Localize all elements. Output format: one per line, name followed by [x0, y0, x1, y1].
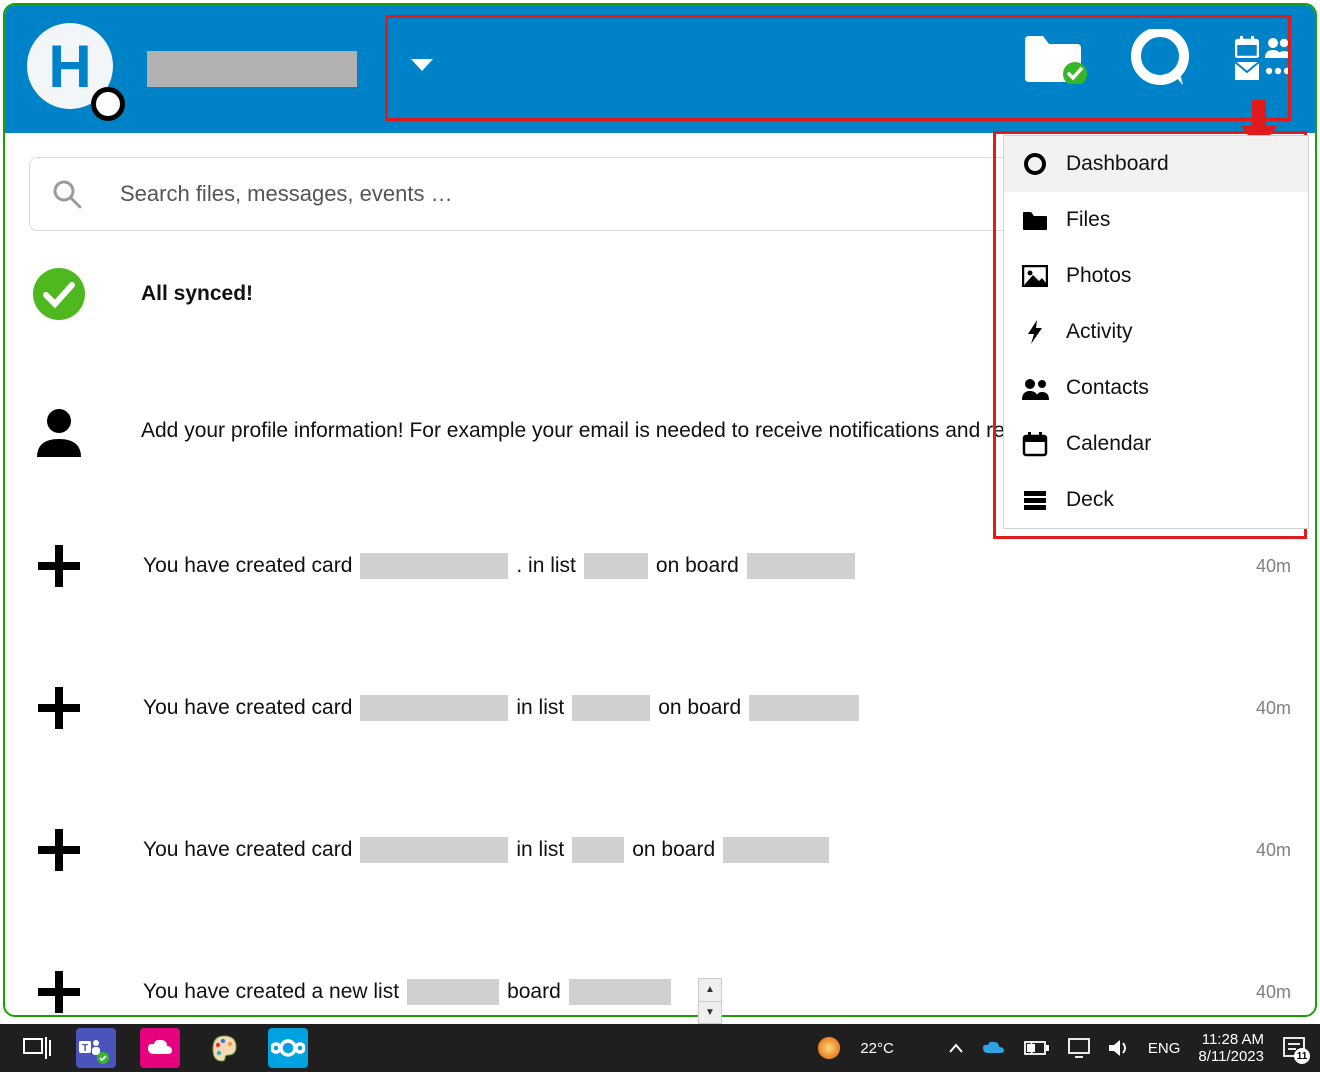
- dropdown-item-label: Photos: [1066, 264, 1131, 288]
- contacts-icon: [1018, 376, 1052, 400]
- weather-temp[interactable]: 22°C: [860, 1040, 894, 1057]
- redacted: [749, 695, 859, 721]
- activity-time: 40m: [1256, 982, 1291, 1003]
- activity-list: You have created card. in liston board 40…: [29, 543, 1291, 1015]
- image-icon: [1018, 265, 1052, 287]
- display-tray-icon[interactable]: [1068, 1038, 1090, 1058]
- redacted: [723, 837, 829, 863]
- plus-icon: [29, 543, 89, 589]
- contacts-mini-icon[interactable]: [1265, 36, 1291, 58]
- bolt-icon: [1018, 319, 1052, 345]
- avatar-status-ring: [91, 87, 125, 121]
- dropdown-item-photos[interactable]: Photos: [1004, 248, 1308, 304]
- dropdown-item-deck[interactable]: Deck: [1004, 472, 1308, 528]
- circle-outline-icon: [1018, 151, 1052, 177]
- talk-icon[interactable]: [1131, 29, 1189, 87]
- weather-icon[interactable]: [816, 1035, 842, 1061]
- folder-solid-icon: [1018, 209, 1052, 231]
- activity-row[interactable]: You have created a new listboard 40m: [29, 969, 1291, 1015]
- activity-text: You have created cardin liston board: [143, 695, 859, 721]
- activity-text: You have created a new listboard: [143, 979, 671, 1005]
- account-dropdown-caret[interactable]: [409, 57, 435, 73]
- volume-tray-icon[interactable]: [1108, 1038, 1130, 1058]
- taskbar-clock[interactable]: 11:28 AM 8/11/2023: [1198, 1031, 1264, 1066]
- redacted: [572, 695, 650, 721]
- redacted: [407, 979, 499, 1005]
- header-apps-grid: [1235, 36, 1291, 80]
- svg-text:T: T: [82, 1043, 88, 1054]
- account-avatar[interactable]: H: [27, 23, 119, 115]
- scroll-up-icon[interactable]: ▲: [699, 979, 721, 1002]
- dropdown-item-label: Contacts: [1066, 376, 1149, 400]
- taskbar-app-paint[interactable]: [204, 1028, 244, 1068]
- search-icon: [52, 179, 82, 209]
- taskbar-app-cloud[interactable]: [140, 1028, 180, 1068]
- dropdown-item-label: Deck: [1066, 488, 1114, 512]
- clock-date: 8/11/2023: [1198, 1048, 1264, 1065]
- calendar-mini-icon[interactable]: [1235, 36, 1259, 58]
- calendar-icon: [1018, 431, 1052, 457]
- redacted: [360, 553, 508, 579]
- dropdown-item-dashboard[interactable]: Dashboard: [1004, 136, 1308, 192]
- redacted: [569, 979, 671, 1005]
- mail-mini-icon[interactable]: [1235, 62, 1259, 80]
- taskbar-app-teams[interactable]: T: [76, 1028, 116, 1068]
- deck-icon: [1018, 489, 1052, 511]
- dropdown-item-label: Files: [1066, 208, 1110, 232]
- apps-dropdown: Dashboard Files Photos Activity Contacts Cale…: [1003, 135, 1309, 529]
- scroll-buttons[interactable]: ▲ ▼: [698, 978, 722, 1024]
- redacted: [360, 695, 508, 721]
- clock-time: 11:28 AM: [1198, 1031, 1264, 1048]
- activity-time: 40m: [1256, 840, 1291, 861]
- app-window: H: [3, 3, 1317, 1017]
- taskbar-left: T: [0, 1028, 308, 1068]
- header-bar: H: [5, 5, 1315, 133]
- checkmark-circle-icon: [29, 267, 89, 321]
- dropdown-item-label: Calendar: [1066, 432, 1151, 456]
- activity-row[interactable]: You have created card. in liston board 40…: [29, 543, 1291, 589]
- scroll-down-icon[interactable]: ▼: [699, 1002, 721, 1024]
- account-name-redacted: [147, 51, 357, 87]
- dropdown-item-label: Activity: [1066, 320, 1133, 344]
- activity-time: 40m: [1256, 698, 1291, 719]
- redacted: [747, 553, 855, 579]
- dropdown-item-contacts[interactable]: Contacts: [1004, 360, 1308, 416]
- header-icons: [1023, 29, 1291, 87]
- person-icon: [29, 405, 89, 457]
- notifications-count-badge: 11: [1294, 1048, 1310, 1064]
- folder-sync-icon[interactable]: [1023, 32, 1087, 84]
- plus-icon: [29, 685, 89, 731]
- activity-time: 40m: [1256, 556, 1291, 577]
- dropdown-item-label: Dashboard: [1066, 152, 1169, 176]
- more-apps-icon[interactable]: [1265, 66, 1291, 76]
- redacted: [584, 553, 648, 579]
- redacted: [572, 837, 624, 863]
- taskbar-app-nextcloud[interactable]: [268, 1028, 308, 1068]
- taskbar: T 22°C: [0, 1024, 1320, 1072]
- chevron-up-icon[interactable]: [948, 1042, 964, 1054]
- activity-text: You have created card. in liston board: [143, 553, 855, 579]
- onedrive-tray-icon[interactable]: [982, 1039, 1006, 1057]
- plus-icon: [29, 827, 89, 873]
- activity-row[interactable]: You have created cardin liston board 40m: [29, 685, 1291, 731]
- language-indicator[interactable]: ENG: [1148, 1040, 1181, 1057]
- sync-status-text: All synced!: [141, 282, 253, 306]
- activity-text: You have created cardin liston board: [143, 837, 829, 863]
- dropdown-item-files[interactable]: Files: [1004, 192, 1308, 248]
- notifications-tray-icon[interactable]: 11: [1282, 1036, 1306, 1060]
- battery-tray-icon[interactable]: [1024, 1040, 1050, 1056]
- task-view-icon[interactable]: [22, 1035, 52, 1061]
- dropdown-item-activity[interactable]: Activity: [1004, 304, 1308, 360]
- activity-row[interactable]: You have created cardin liston board 40m: [29, 827, 1291, 873]
- plus-icon: [29, 969, 89, 1015]
- dropdown-item-calendar[interactable]: Calendar: [1004, 416, 1308, 472]
- redacted: [360, 837, 508, 863]
- taskbar-right: 22°C ENG 11:28 AM 8/11/2023 11: [816, 1031, 1320, 1066]
